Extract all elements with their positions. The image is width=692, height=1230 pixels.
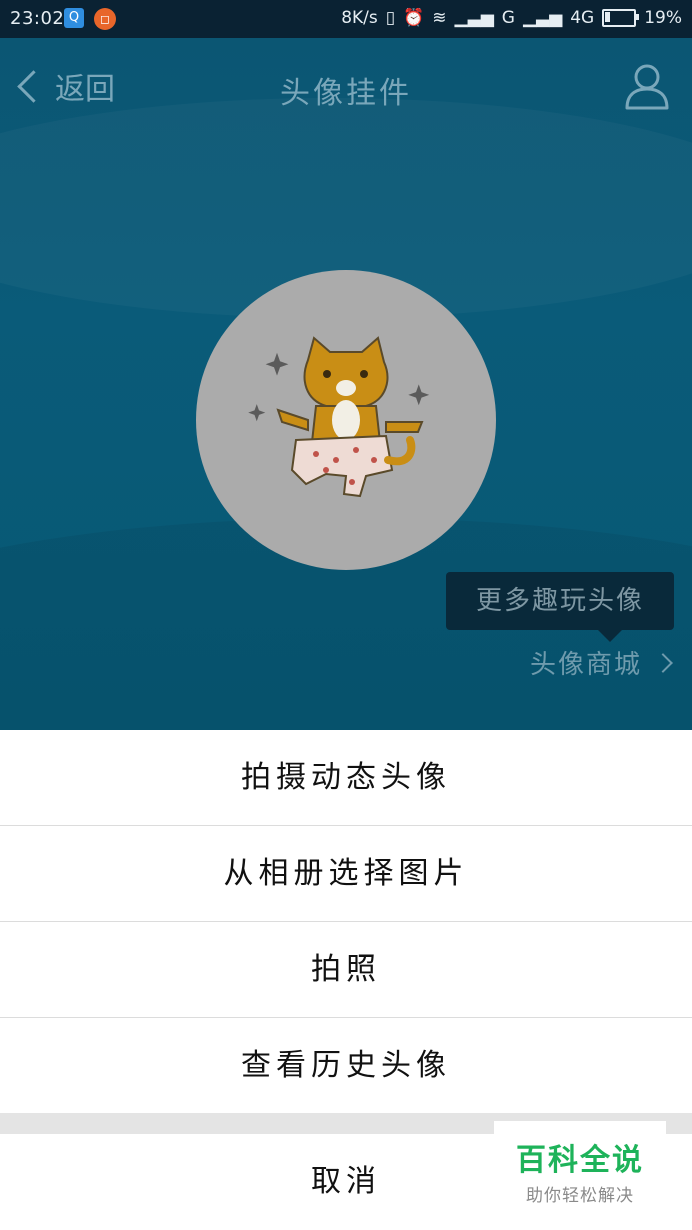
action-view-history-avatars[interactable]: 查看历史头像 [0, 1018, 692, 1113]
cat-sticker-image [248, 336, 430, 498]
status-bar: 23:02 Q ◻ 8K/s ▯ ⏰ ≋ ▁▃▅ G ▁▃▅ 4G 19% [0, 0, 692, 38]
battery-icon [602, 9, 640, 27]
action-choose-from-album[interactable]: 从相册选择图片 [0, 826, 692, 921]
action-record-dynamic-avatar[interactable]: 拍摄动态头像 [0, 730, 692, 825]
nav-bar: 返回 头像挂件 [0, 38, 692, 138]
status-time: 23:02 [10, 8, 65, 29]
battery-percent: 19% [644, 8, 682, 28]
more-avatars-tooltip[interactable]: 更多趣玩头像 [446, 572, 674, 642]
signal-icon: ▁▃▅ [454, 8, 494, 28]
signal-4g-label: 4G [570, 8, 595, 28]
watermark-logo: 百科全说 助你轻松解决 [494, 1121, 666, 1211]
wifi-icon: ≋ [432, 8, 447, 28]
browser-app-icon: Q [64, 8, 84, 28]
signal-icon-2: ▁▃▅ [522, 8, 563, 28]
avatar-mall-link[interactable]: 头像商城 [529, 644, 673, 681]
signal-g-label: G [501, 8, 515, 28]
profile-icon[interactable] [624, 62, 670, 110]
page-title: 头像挂件 [280, 76, 412, 111]
avatar[interactable] [196, 270, 496, 570]
watermark-subtitle: 助你轻松解决 [526, 1186, 634, 1206]
network-speed: 8K/s [341, 8, 378, 28]
chevron-right-icon [653, 652, 673, 673]
vibrate-icon: ▯ [385, 8, 396, 28]
avatar-mall-label: 头像商城 [529, 650, 642, 680]
alarm-icon: ⏰ [403, 8, 425, 28]
screenshot-app-icon: ◻ [94, 8, 116, 30]
avatar-pendant-screen: 返回 头像挂件 更多趣玩头像 头像商城 [0, 38, 692, 730]
battery-level [605, 12, 611, 22]
watermark-title: 百科全说 [516, 1143, 644, 1178]
action-take-photo[interactable]: 拍照 [0, 922, 692, 1017]
status-indicators: 8K/s ▯ ⏰ ≋ ▁▃▅ G ▁▃▅ 4G 19% [341, 8, 682, 28]
